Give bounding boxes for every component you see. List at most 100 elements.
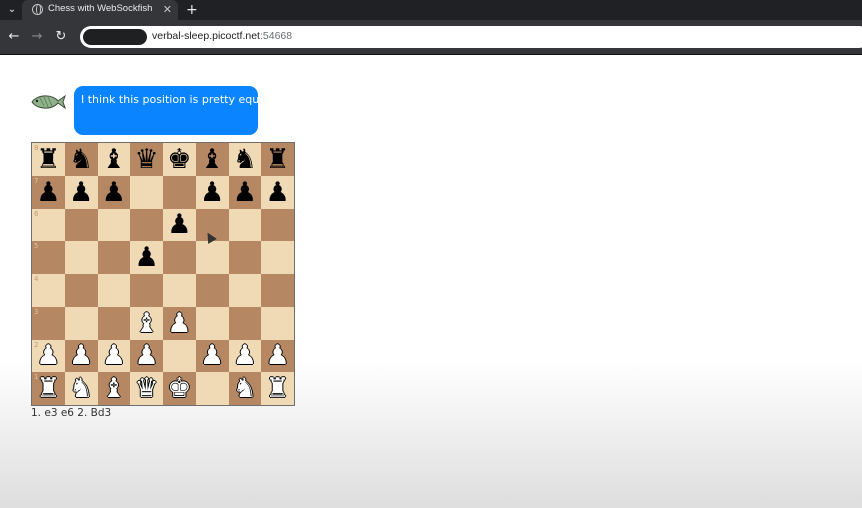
square-c6[interactable] [97, 208, 131, 242]
square-a3[interactable]: 3 [32, 306, 65, 340]
square-h6[interactable] [261, 208, 294, 242]
square-g6[interactable] [228, 208, 262, 242]
square-d6[interactable] [130, 208, 163, 242]
white-pawn-icon[interactable]: ♟ [135, 342, 159, 369]
square-d5[interactable]: ♟ [130, 241, 163, 274]
square-b5[interactable] [64, 241, 98, 274]
square-d4[interactable] [130, 274, 163, 307]
browser-tab[interactable]: Chess with WebSockfish ✕ [22, 0, 178, 20]
square-a5[interactable]: 5 [32, 241, 65, 274]
square-f3[interactable] [195, 306, 229, 340]
black-pawn-icon[interactable]: ♟ [102, 179, 126, 206]
white-pawn-icon[interactable]: ♟ [102, 342, 126, 369]
white-pawn-icon[interactable]: ♟ [167, 310, 191, 337]
square-g7[interactable]: ♟ [228, 175, 262, 209]
square-h7[interactable]: ♟ [261, 175, 294, 209]
white-bishop-icon[interactable]: ♝ [102, 375, 126, 402]
forward-arrow-icon[interactable]: → [28, 28, 46, 46]
black-knight-icon[interactable]: ♞ [233, 146, 257, 173]
white-pawn-icon[interactable]: ♟ [36, 342, 60, 369]
black-pawn-icon[interactable]: ♟ [36, 179, 60, 206]
square-e5[interactable] [163, 241, 196, 274]
square-a7[interactable]: 7 ♟ [32, 175, 65, 209]
square-g1[interactable]: ♞ [228, 372, 262, 405]
new-tab-button[interactable]: + [186, 1, 198, 19]
square-d2[interactable]: ♟ [130, 339, 163, 373]
square-c2[interactable]: ♟ [97, 339, 131, 373]
square-h5[interactable] [261, 241, 294, 274]
white-rook-icon[interactable]: ♜ [266, 375, 290, 402]
white-king-icon[interactable]: ♚ [167, 375, 191, 402]
black-queen-icon[interactable]: ♛ [135, 146, 159, 173]
square-b3[interactable] [64, 306, 98, 340]
square-c7[interactable]: ♟ [97, 175, 131, 209]
black-king-icon[interactable]: ♚ [167, 146, 191, 173]
square-b6[interactable] [64, 208, 98, 242]
square-f2[interactable]: ♟ [195, 339, 229, 373]
black-pawn-icon[interactable]: ♟ [69, 179, 93, 206]
square-a1[interactable]: 1 ♜ [32, 372, 65, 405]
black-pawn-icon[interactable]: ♟ [167, 211, 191, 238]
square-a2[interactable]: 2 ♟ [32, 339, 65, 373]
square-g3[interactable] [228, 306, 262, 340]
square-d7[interactable] [130, 175, 163, 209]
tab-search-chevron-down-icon[interactable]: ⌄ [4, 2, 20, 18]
square-d3[interactable]: ♝ [130, 306, 163, 340]
black-rook-icon[interactable]: ♜ [36, 146, 60, 173]
white-pawn-icon[interactable]: ♟ [200, 342, 224, 369]
square-c3[interactable] [97, 306, 131, 340]
white-queen-icon[interactable]: ♛ [135, 375, 159, 402]
square-a4[interactable]: 4 [32, 274, 65, 307]
white-pawn-icon[interactable]: ♟ [233, 342, 257, 369]
square-d1[interactable]: ♛ [130, 372, 163, 405]
square-e6[interactable]: ♟ [163, 208, 196, 242]
square-c8[interactable]: ♝ [97, 143, 131, 176]
square-e3[interactable]: ♟ [163, 306, 196, 340]
chess-board[interactable]: 8 ♜ ♞ ♝ ♛ ♚ ♝ ♞ ♜ 7 ♟ ♟ ♟ ♟ ♟ ♟ 6 ♟ 5 ♟ 4 3 ♝ ♟ 2 ♟ ♟ ♟ ♟ ♟ ♟ ♟ 1 ♜ ♞ ♝ ♛ ♚ ♞ ♜ [31, 142, 295, 406]
black-bishop-icon[interactable]: ♝ [102, 146, 126, 173]
square-f8[interactable]: ♝ [195, 143, 229, 176]
black-bishop-icon[interactable]: ♝ [200, 146, 224, 173]
square-b8[interactable]: ♞ [64, 143, 98, 176]
black-rook-icon[interactable]: ♜ [266, 146, 290, 173]
square-a8[interactable]: 8 ♜ [32, 143, 65, 176]
square-h3[interactable] [261, 306, 294, 340]
back-arrow-icon[interactable]: ← [5, 28, 23, 46]
square-f5[interactable] [195, 241, 229, 274]
square-h8[interactable]: ♜ [261, 143, 294, 176]
close-icon[interactable]: ✕ [163, 2, 172, 18]
square-g5[interactable] [228, 241, 262, 274]
black-pawn-icon[interactable]: ♟ [200, 179, 224, 206]
white-pawn-icon[interactable]: ♟ [266, 342, 290, 369]
white-pawn-icon[interactable]: ♟ [69, 342, 93, 369]
reload-icon[interactable]: ↻ [52, 28, 70, 46]
square-b7[interactable]: ♟ [64, 175, 98, 209]
white-rook-icon[interactable]: ♜ [36, 375, 60, 402]
white-bishop-icon[interactable]: ♝ [135, 310, 159, 337]
square-c4[interactable] [97, 274, 131, 307]
square-h4[interactable] [261, 274, 294, 307]
square-e7[interactable] [163, 175, 196, 209]
square-d8[interactable]: ♛ [130, 143, 163, 176]
square-e4[interactable] [163, 274, 196, 307]
square-g4[interactable] [228, 274, 262, 307]
square-h2[interactable]: ♟ [261, 339, 294, 373]
square-c1[interactable]: ♝ [97, 372, 131, 405]
square-e2[interactable] [163, 339, 196, 373]
square-e8[interactable]: ♚ [163, 143, 196, 176]
square-a6[interactable]: 6 [32, 208, 65, 242]
square-c5[interactable] [97, 241, 131, 274]
white-knight-icon[interactable]: ♞ [69, 375, 93, 402]
square-h1[interactable]: ♜ [261, 372, 294, 405]
square-b4[interactable] [64, 274, 98, 307]
square-f4[interactable] [195, 274, 229, 307]
black-pawn-icon[interactable]: ♟ [135, 244, 159, 271]
address-bar[interactable]: verbal-sleep.picoctf.net:54668 [80, 26, 862, 48]
square-f1[interactable] [195, 372, 229, 405]
black-pawn-icon[interactable]: ♟ [266, 179, 290, 206]
square-e1[interactable]: ♚ [163, 372, 196, 405]
black-knight-icon[interactable]: ♞ [69, 146, 93, 173]
square-b2[interactable]: ♟ [64, 339, 98, 373]
black-pawn-icon[interactable]: ♟ [233, 179, 257, 206]
white-knight-icon[interactable]: ♞ [233, 375, 257, 402]
